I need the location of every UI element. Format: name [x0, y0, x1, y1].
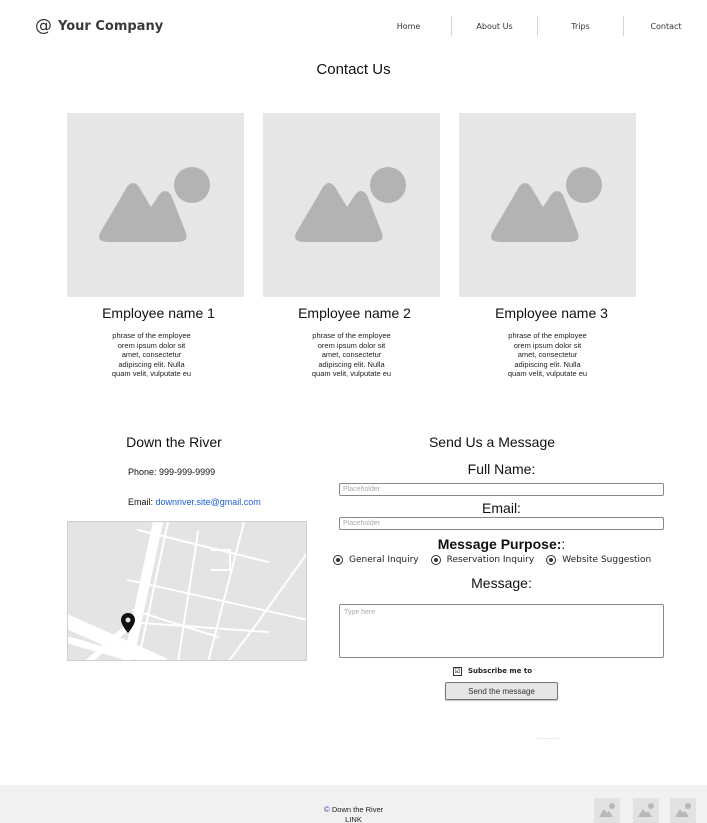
- contact-title: Down the River: [126, 434, 222, 450]
- full-name-input[interactable]: Placeholder: [339, 483, 664, 496]
- description-line: orem ipsum dolor sit: [513, 340, 582, 350]
- main-nav: Home About Us Trips Contact: [366, 16, 707, 36]
- radio-general-inquiry[interactable]: General Inquiry: [333, 555, 419, 565]
- description-line: amet, consectetur: [517, 350, 578, 359]
- phone-line: Phone: 999-999-9999: [128, 467, 215, 477]
- description-line: phrase of the employee: [312, 331, 391, 340]
- email-input[interactable]: Placeholder: [339, 517, 664, 530]
- map-graphic: [68, 522, 306, 660]
- location-map[interactable]: [67, 521, 307, 661]
- description-line: adipiscing elit. Nulla: [318, 359, 385, 369]
- message-label: Message:: [471, 575, 532, 591]
- description-line: quam velit, vulputate eu: [311, 369, 392, 378]
- employee-description-2: phrase of the employee orem ipsum dolor …: [263, 331, 440, 378]
- form-title: Send Us a Message: [428, 434, 556, 450]
- email-label: Email:: [128, 497, 154, 507]
- image-placeholder-icon: [491, 167, 602, 242]
- full-name-label: Full Name:: [467, 461, 536, 477]
- description-line: amet, consectetur: [321, 350, 382, 359]
- employee-name-3: Employee name 3: [495, 305, 608, 321]
- description-line: phrase of the employee: [112, 331, 191, 340]
- nav-home[interactable]: Home: [366, 16, 451, 36]
- description-line: quam velit, vulputate eu: [111, 369, 192, 378]
- divider: [537, 738, 559, 739]
- purpose-label-text: Message Purpose:: [437, 536, 562, 552]
- radio-selected-icon: [430, 555, 441, 565]
- company-logo[interactable]: @ Your Company: [35, 16, 163, 36]
- purpose-label: Message Purpose::: [339, 536, 664, 552]
- description-line: phrase of the employee: [508, 331, 587, 340]
- radio-label: Reservation Inquiry: [446, 555, 535, 565]
- radio-label: Website Suggestion: [562, 555, 652, 565]
- nav-about-us[interactable]: About Us: [452, 16, 537, 36]
- employee-description-1: phrase of the employee orem ipsum dolor …: [63, 331, 240, 378]
- employee-description-3: phrase of the employee orem ipsum dolor …: [459, 331, 636, 378]
- footer-image-1[interactable]: [594, 798, 620, 823]
- radio-label: General Inquiry: [349, 555, 419, 565]
- at-icon: @: [35, 15, 52, 36]
- description-line: quam velit, vulputate eu: [507, 369, 588, 378]
- description-line: orem ipsum dolor sit: [317, 340, 386, 350]
- employee-photo-3: [459, 113, 636, 297]
- employee-name-1: Employee name 1: [102, 305, 215, 321]
- image-placeholder-icon: [638, 803, 654, 817]
- email-line: Email: downriver.site@gmail.com: [128, 497, 261, 507]
- nav-trips[interactable]: Trips: [538, 16, 623, 36]
- phone-number: 999-999-9999: [159, 467, 216, 477]
- radio-selected-icon: [333, 555, 343, 565]
- employee-photo-2: [263, 113, 440, 297]
- footer-image-3[interactable]: [670, 798, 696, 823]
- description-line: adipiscing elit. Nulla: [514, 359, 581, 369]
- employee-name-2: Employee name 2: [298, 305, 411, 321]
- footer-image-2[interactable]: [633, 798, 659, 823]
- image-placeholder-icon: [675, 803, 691, 817]
- company-name: Your Company: [58, 18, 164, 34]
- image-placeholder-icon: [99, 167, 210, 242]
- map-pin-icon: [121, 613, 135, 633]
- footer: © Down the River LINK: [0, 785, 707, 823]
- purpose-radio-group: General Inquiry Reservation Inquiry Webs…: [333, 553, 663, 567]
- nav-contact[interactable]: Contact: [624, 16, 707, 36]
- subscribe-checkbox[interactable]: ☑ Subscribe me to the: [453, 665, 535, 677]
- image-placeholder-icon: [295, 167, 406, 242]
- send-message-button[interactable]: Send the message: [445, 682, 558, 700]
- radio-website-suggestion[interactable]: Website Suggestion: [546, 555, 651, 565]
- copyright-text: Down the River: [331, 805, 384, 814]
- phone-label: Phone:: [128, 467, 157, 477]
- radio-selected-icon: [546, 555, 557, 565]
- employee-photo-1: [67, 113, 244, 297]
- description-line: adipiscing elit. Nulla: [118, 359, 185, 369]
- copyright-icon: ©: [323, 805, 330, 814]
- description-line: orem ipsum dolor sit: [117, 340, 186, 350]
- subscribe-label: Subscribe me to the: [468, 667, 535, 675]
- page-title: Contact Us: [316, 61, 391, 78]
- email-link[interactable]: downriver.site@gmail.com: [156, 497, 261, 507]
- description-line: amet, consectetur: [121, 350, 182, 359]
- message-textarea[interactable]: Type here: [339, 604, 664, 658]
- radio-reservation-inquiry[interactable]: Reservation Inquiry: [430, 555, 535, 565]
- email-field-label: Email:: [482, 500, 521, 516]
- checkbox-checked-icon: ☑: [453, 666, 462, 676]
- purpose-label-suffix: :: [561, 536, 566, 552]
- image-placeholder-icon: [599, 803, 615, 817]
